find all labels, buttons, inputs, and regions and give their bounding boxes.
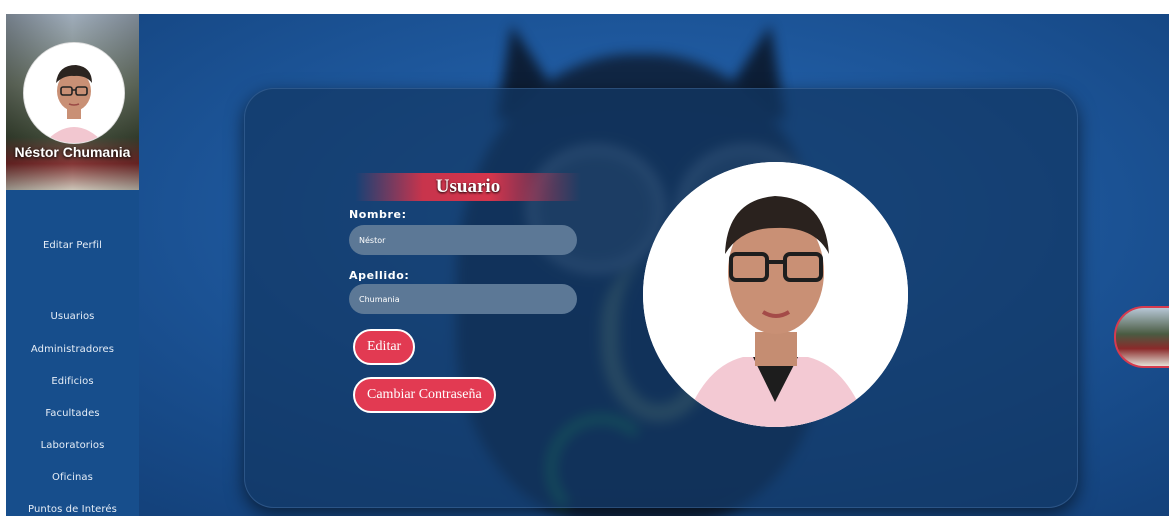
sidebar-item-puntos-de-interes[interactable]: Puntos de Interés (6, 504, 139, 515)
change-password-button[interactable]: Cambiar Contraseña (353, 377, 496, 413)
avatar[interactable] (23, 42, 125, 144)
user-photo-icon (643, 162, 908, 427)
sidebar: Néstor Chumania Editar Perfil Usuarios A… (6, 14, 139, 516)
app-viewport: Néstor Chumania Editar Perfil Usuarios A… (6, 14, 1169, 516)
profile-banner: Néstor Chumania (6, 14, 139, 190)
sidebar-item-oficinas[interactable]: Oficinas (6, 472, 139, 483)
section-title: Usuario (355, 173, 581, 201)
sidebar-item-usuarios[interactable]: Usuarios (6, 311, 139, 322)
sidebar-item-administradores[interactable]: Administradores (6, 344, 139, 355)
sidebar-item-edificios[interactable]: Edificios (6, 376, 139, 387)
apellido-label: Apellido: (349, 269, 410, 282)
edit-button[interactable]: Editar (353, 329, 416, 365)
user-photo-icon (24, 43, 124, 143)
sidebar-item-editar-perfil[interactable]: Editar Perfil (6, 240, 139, 251)
nombre-field[interactable] (349, 225, 577, 255)
profile-photo (643, 162, 908, 427)
apellido-field[interactable] (349, 284, 577, 314)
profile-name: Néstor Chumania (14, 144, 131, 160)
nombre-label: Nombre: (349, 208, 407, 221)
sidebar-item-laboratorios[interactable]: Laboratorios (6, 440, 139, 451)
sidebar-item-facultades[interactable]: Facultades (6, 408, 139, 419)
floating-thumbnail[interactable] (1114, 306, 1169, 368)
